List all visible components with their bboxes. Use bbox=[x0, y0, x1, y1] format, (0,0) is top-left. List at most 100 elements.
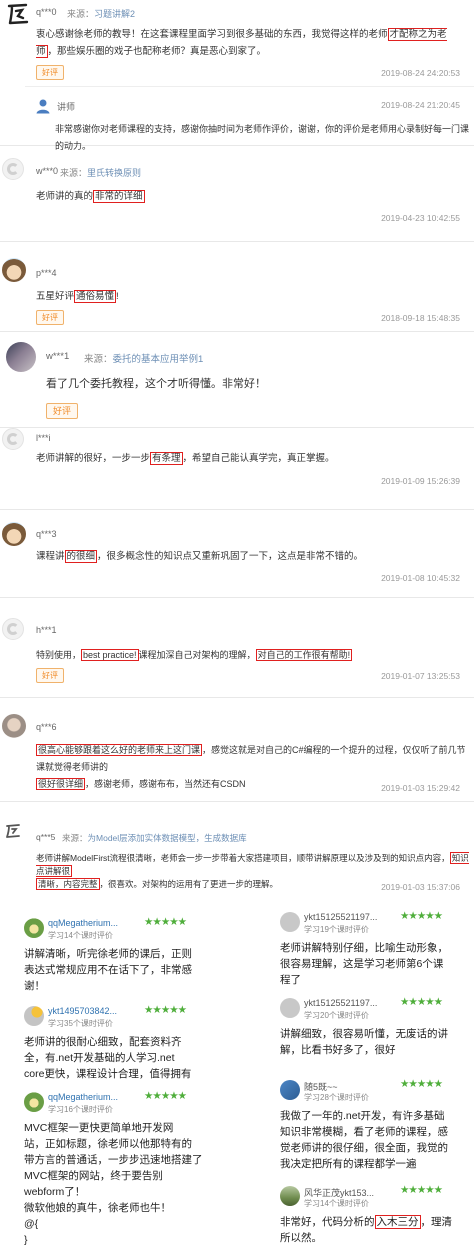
review-date: 2019-01-08 10:45:32 bbox=[381, 573, 460, 583]
card-text-line: 讲解清晰，听完徐老师的课后，正则 bbox=[24, 948, 192, 960]
star-rating: ★★★★★ bbox=[144, 1004, 187, 1016]
card-username[interactable]: ykt15125521197... bbox=[304, 912, 396, 922]
highlight-mark: 有条理 bbox=[150, 452, 183, 465]
review-content: 五星好评 通俗易懂! bbox=[36, 288, 466, 305]
card-username[interactable]: ykt15125521197... bbox=[304, 998, 396, 1008]
review-card[interactable]: qqMegatherium... ★★★★★ 学习16个课时评价 MVC框架一更… bbox=[24, 1090, 214, 1252]
review-item: h***1 特别使用， best practice! 课程加深自己对架构的理解， 对自… bbox=[0, 598, 474, 698]
card-username[interactable]: qqMegatherium... bbox=[48, 918, 140, 928]
card-text-line: 讲解细致，很容易听懂，无废话的讲 bbox=[280, 1028, 448, 1040]
review-card[interactable]: qqMegatherium... ★★★★★ 学习14个课时评价 讲解清晰，听完… bbox=[24, 916, 214, 1002]
star-rating: ★★★★★ bbox=[144, 1090, 187, 1102]
avatar bbox=[2, 428, 24, 450]
card-text: 我做了一年的.net开发，有许多基础 知识非常模糊，看了老师的课程，感 觉老师讲… bbox=[280, 1108, 448, 1172]
good-review-badge: 好评 bbox=[36, 668, 64, 683]
lesson-count: 学习16个课时评价 bbox=[48, 1105, 113, 1114]
avatar bbox=[280, 998, 300, 1018]
card-text: 讲解细致，很容易听懂，无废话的讲 解，比看书好多了，很好 bbox=[280, 1026, 448, 1058]
review-item: q***5 来源：为Model层添加实体数据模型，生成数据库 老师讲解Model… bbox=[0, 802, 474, 894]
highlight-mark: 非常的详细 bbox=[93, 190, 145, 203]
good-review-badge: 好评 bbox=[46, 403, 79, 419]
content-text: ! bbox=[116, 291, 119, 302]
avatar bbox=[2, 158, 24, 180]
card-text-line: 老师讲的很耐心细致，配套资料齐 bbox=[24, 1036, 182, 1048]
avatar bbox=[2, 522, 26, 546]
source-course[interactable]: 里氏转换原则 bbox=[87, 168, 141, 178]
highlight-mark: 对自己的工作很有帮助! bbox=[255, 649, 353, 661]
source-course[interactable]: 委托的基本应用举例1 bbox=[113, 354, 204, 365]
card-text-line: 表达式常规应用不在话下了，非常感 bbox=[24, 964, 192, 976]
review-source[interactable]: 来源：里氏转换原则 bbox=[60, 166, 141, 179]
review-card[interactable]: 风华正茂ykt153... ★★★★★ 学习14个课时评价 非常好，代码分析的入… bbox=[280, 1184, 470, 1254]
review-item: l***i 老师讲解的很好，一步一步 有条理 ，希望自己能认真学完，真正掌握。 20… bbox=[0, 428, 474, 510]
lesson-count: 学习35个课时评价 bbox=[48, 1019, 113, 1028]
review-date: 2019-01-07 13:25:53 bbox=[381, 671, 460, 681]
review-card[interactable]: ykt15125521197... ★★★★★ 学习19个课时评价 老师讲解特别… bbox=[280, 910, 470, 996]
content-text: 特别使用， bbox=[36, 650, 82, 660]
user-nick: w***0 bbox=[36, 166, 59, 176]
source-course[interactable]: 为Model层添加实体数据模型，生成数据库 bbox=[88, 833, 247, 843]
card-text-line: } bbox=[24, 1234, 28, 1246]
review-content: 看了几个委托教程，这个才听得懂。非常好！ bbox=[46, 378, 266, 390]
user-nick: q***0 bbox=[36, 7, 57, 17]
review-item: q***3 课程讲 的很细 ，很多概念性的知识点又重新巩固了一下，这点是非常不错的。… bbox=[0, 510, 474, 598]
card-text-line: webform了！ bbox=[24, 1186, 86, 1198]
user-nick: l***i bbox=[36, 433, 51, 443]
avatar bbox=[2, 714, 26, 738]
star-rating: ★★★★★ bbox=[400, 1184, 443, 1196]
review-item: p***4 五星好评 通俗易懂! 好评 2018-09-18 15:48:35 bbox=[0, 242, 474, 332]
user-nick: q***3 bbox=[36, 529, 57, 539]
user-nick: q***5 bbox=[36, 832, 56, 842]
avatar bbox=[4, 822, 22, 840]
avatar bbox=[24, 1006, 44, 1026]
card-text-line: 全，有.net开发基础的人学习.net bbox=[24, 1052, 175, 1064]
highlight-mark: 清晰，内容完整 bbox=[36, 878, 100, 890]
content-line: 老师讲解ModelFirst流程很清晰，老师会一步一步带着大家搭建项目，顺带讲解… bbox=[36, 852, 471, 878]
star-rating: ★★★★★ bbox=[400, 996, 443, 1008]
star-rating: ★★★★★ bbox=[400, 910, 443, 922]
card-text-line: 很容易理解，这是学习老师第6个课 bbox=[280, 958, 444, 970]
review-card[interactable]: ykt15125521197... ★★★★★ 学习20个课时评价 讲解细致，很… bbox=[280, 996, 470, 1070]
card-text: MVC框架一更快更简单地开发网 站，正如标题，徐老师以他那特有的 带方言的普通话… bbox=[24, 1120, 203, 1248]
review-card[interactable]: ykt1495703842... ★★★★★ 学习35个课时评价 老师讲的很耐心… bbox=[24, 1004, 214, 1090]
teacher-reply: 讲师 2019-08-24 21:20:45 非常感谢你对老师课程的支持，感谢你… bbox=[25, 86, 474, 151]
review-source[interactable]: 来源：习题讲解2 bbox=[67, 7, 135, 20]
card-text-line: 解，比看书好多了，很好 bbox=[280, 1044, 396, 1056]
card-text-line: @{ bbox=[24, 1218, 39, 1230]
lesson-count: 学习14个课时评价 bbox=[48, 931, 113, 940]
review-source[interactable]: 来源：为Model层添加实体数据模型，生成数据库 bbox=[62, 832, 247, 844]
source-label: 来源： bbox=[60, 168, 88, 178]
content-text: ，希望自己能认真学完，真正掌握。 bbox=[182, 453, 335, 464]
avatar bbox=[280, 1080, 300, 1100]
review-item: q***0 来源：习题讲解2 衷心感谢徐老师的教导！在这套课程里面学习到很多基础… bbox=[0, 0, 474, 151]
card-text-line: 知识非常模糊，看了老师的课程，感 bbox=[280, 1126, 448, 1138]
card-username[interactable]: ykt1495703842... bbox=[48, 1006, 140, 1016]
content-text: 老师讲解的很好，一步一步 bbox=[36, 453, 151, 464]
source-label: 来源： bbox=[62, 833, 88, 843]
avatar bbox=[6, 342, 36, 372]
avatar bbox=[24, 918, 44, 938]
review-date: 2019-08-24 24:20:53 bbox=[381, 68, 460, 78]
source-label: 来源： bbox=[67, 9, 95, 19]
card-text-line: MVC框架一更快更简单地开发网 bbox=[24, 1122, 174, 1134]
card-text-line: 谢！ bbox=[24, 980, 45, 992]
avatar bbox=[6, 2, 30, 26]
card-text-line: 带方言的普通话，一步步迅速地搭建了 bbox=[24, 1154, 203, 1166]
card-text: 老师讲的很耐心细致，配套资料齐 全，有.net开发基础的人学习.net core… bbox=[24, 1034, 191, 1082]
card-username[interactable]: qqMegatherium... bbox=[48, 1092, 140, 1102]
source-course[interactable]: 习题讲解2 bbox=[94, 9, 135, 19]
lesson-count: 学习28个课时评价 bbox=[304, 1093, 369, 1102]
content-text: ，那些娱乐圈的戏子也配称老师？真是恶心到家了。 bbox=[47, 46, 267, 57]
highlight-mark: 的很细 bbox=[64, 550, 98, 563]
review-date: 2019-01-03 15:29:42 bbox=[381, 783, 460, 793]
card-text: 讲解清晰，听完徐老师的课后，正则 表达式常规应用不在话下了，非常感 谢！ bbox=[24, 946, 192, 994]
review-item: q***6 很高心能够跟着这么好的老师来上这门课 ，感觉这就是对自己的C#编程的一… bbox=[0, 698, 474, 802]
card-text: 老师讲解特别仔细，比喻生动形象， 很容易理解，这是学习老师第6个课 程了 bbox=[280, 940, 448, 988]
review-source[interactable]: 来源：委托的基本应用举例1 bbox=[84, 351, 203, 365]
highlight-mark: best practice! bbox=[81, 649, 139, 661]
content-text: ，理清 bbox=[420, 1216, 453, 1228]
review-content: 老师讲解的很好，一步一步 有条理 ，希望自己能认真学完，真正掌握。 bbox=[36, 450, 466, 467]
reply-date: 2019-08-24 21:20:45 bbox=[381, 100, 460, 110]
review-card[interactable]: 随5既~~ ★★★★★ 学习28个课时评价 我做了一年的.net开发，有许多基础… bbox=[280, 1078, 470, 1180]
star-rating: ★★★★★ bbox=[144, 916, 187, 928]
